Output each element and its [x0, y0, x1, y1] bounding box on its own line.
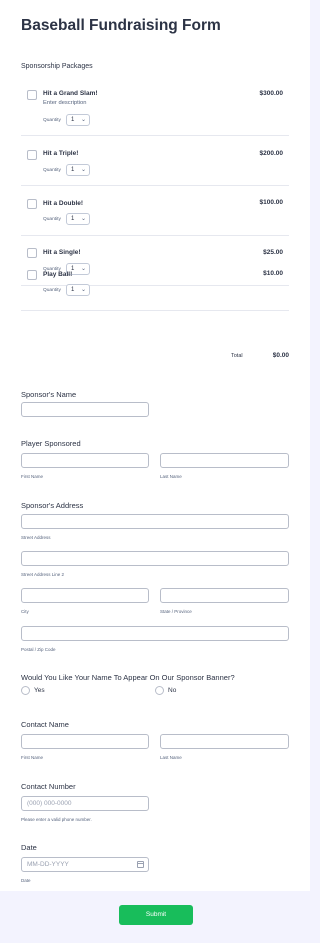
player-sponsored-label: Player Sponsored — [21, 439, 81, 448]
banner-yes-label: Yes — [34, 687, 45, 694]
product-price: $25.00 — [263, 249, 283, 256]
quantity-value: 1 — [71, 117, 75, 123]
product-name: Hit a Grand Slam! — [43, 90, 98, 97]
quantity-label: Quantity — [43, 217, 61, 222]
banner-yes-radio[interactable] — [21, 686, 30, 695]
product-description: Enter description — [43, 100, 87, 106]
street-address-sublabel: Street Address — [21, 535, 51, 540]
contact-number-label: Contact Number — [21, 782, 76, 791]
contact-last-name-sublabel: Last Name — [160, 755, 182, 760]
product-name: Hit a Triple! — [43, 150, 79, 157]
chevron-down-icon: ⌄ — [80, 287, 86, 293]
product-checkbox[interactable] — [27, 248, 37, 258]
quantity-select[interactable]: 1 ⌄ — [66, 114, 90, 126]
product-checkbox[interactable] — [27, 270, 37, 280]
phone-input[interactable]: (000) 000-0000 — [21, 796, 149, 811]
banner-no-radio[interactable] — [155, 686, 164, 695]
product-divider — [21, 235, 289, 236]
player-last-name-input[interactable] — [160, 453, 289, 468]
sponsor-name-label: Sponsor's Name — [21, 390, 77, 399]
quantity-label: Quantity — [43, 288, 61, 293]
product-item: Play Ball! $10.00 Quantity 1 ⌄ — [21, 265, 289, 300]
banner-no-label: No — [168, 687, 177, 694]
date-input[interactable]: MM-DD-YYYY — [21, 857, 149, 872]
product-price: $200.00 — [259, 150, 284, 157]
product-item: Hit a Triple! $200.00 Quantity 1 ⌄ — [21, 145, 289, 176]
total-value: $0.00 — [272, 352, 289, 359]
quantity-value: 1 — [71, 216, 75, 222]
form-title: Baseball Fundraising Form — [21, 17, 221, 34]
city-input[interactable] — [21, 588, 149, 603]
city-sublabel: City — [21, 609, 29, 614]
quantity-select[interactable]: 1 ⌄ — [66, 284, 90, 296]
contact-first-name-input[interactable] — [21, 734, 149, 749]
form-card: Baseball Fundraising Form Sponsorship Pa… — [0, 0, 310, 891]
player-last-name-sublabel: Last Name — [160, 474, 182, 479]
product-divider — [21, 310, 289, 311]
product-checkbox[interactable] — [27, 90, 37, 100]
product-name: Hit a Double! — [43, 200, 84, 207]
calendar-icon[interactable] — [137, 861, 144, 868]
zip-code-input[interactable] — [21, 626, 289, 641]
total-label: Total — [231, 353, 243, 359]
product-item: Hit a Double! $100.00 Quantity 1 ⌄ — [21, 195, 289, 225]
product-name: Play Ball! — [43, 271, 73, 278]
state-sublabel: State / Province — [160, 609, 192, 614]
product-price: $300.00 — [259, 90, 284, 97]
street-address-line2-sublabel: Street Address Line 2 — [21, 572, 65, 577]
quantity-label: Quantity — [43, 168, 61, 173]
date-sublabel: Date — [21, 878, 31, 883]
quantity-select[interactable]: 1 ⌄ — [66, 164, 90, 176]
quantity-value: 1 — [71, 167, 75, 173]
sponsorship-label: Sponsorship Packages — [21, 63, 93, 70]
contact-first-name-sublabel: First Name — [21, 755, 44, 760]
chevron-down-icon: ⌄ — [80, 117, 86, 123]
submit-button[interactable]: Submit — [119, 905, 193, 925]
phone-placeholder: (000) 000-0000 — [27, 800, 72, 807]
state-input[interactable] — [160, 588, 289, 603]
quantity-value: 1 — [71, 287, 75, 293]
player-first-name-input[interactable] — [21, 453, 149, 468]
product-checkbox[interactable] — [27, 150, 37, 160]
banner-question-label: Would You Like Your Name To Appear On Ou… — [21, 673, 235, 682]
product-checkbox[interactable] — [27, 199, 37, 209]
date-label: Date — [21, 843, 37, 852]
zip-code-sublabel: Postal / Zip Code — [21, 647, 56, 652]
contact-last-name-input[interactable] — [160, 734, 289, 749]
sponsor-name-input[interactable] — [21, 402, 149, 417]
street-address-line2-input[interactable] — [21, 551, 289, 566]
product-divider — [21, 185, 289, 186]
player-first-name-sublabel: First Name — [21, 474, 44, 479]
date-placeholder: MM-DD-YYYY — [27, 861, 69, 868]
quantity-label: Quantity — [43, 118, 61, 123]
sponsor-address-label: Sponsor's Address — [21, 501, 84, 510]
chevron-down-icon: ⌄ — [80, 167, 86, 173]
product-divider — [21, 135, 289, 136]
product-item: Hit a Grand Slam! Enter description $300… — [21, 85, 289, 126]
product-name: Hit a Single! — [43, 249, 81, 256]
street-address-input[interactable] — [21, 514, 289, 529]
product-price: $100.00 — [259, 199, 284, 206]
chevron-down-icon: ⌄ — [80, 216, 86, 222]
product-price: $10.00 — [263, 270, 283, 277]
quantity-select[interactable]: 1 ⌄ — [66, 213, 90, 225]
submit-bar: Submit — [0, 891, 310, 943]
phone-sublabel: Please enter a valid phone number. — [21, 817, 92, 822]
contact-name-label: Contact Name — [21, 720, 69, 729]
